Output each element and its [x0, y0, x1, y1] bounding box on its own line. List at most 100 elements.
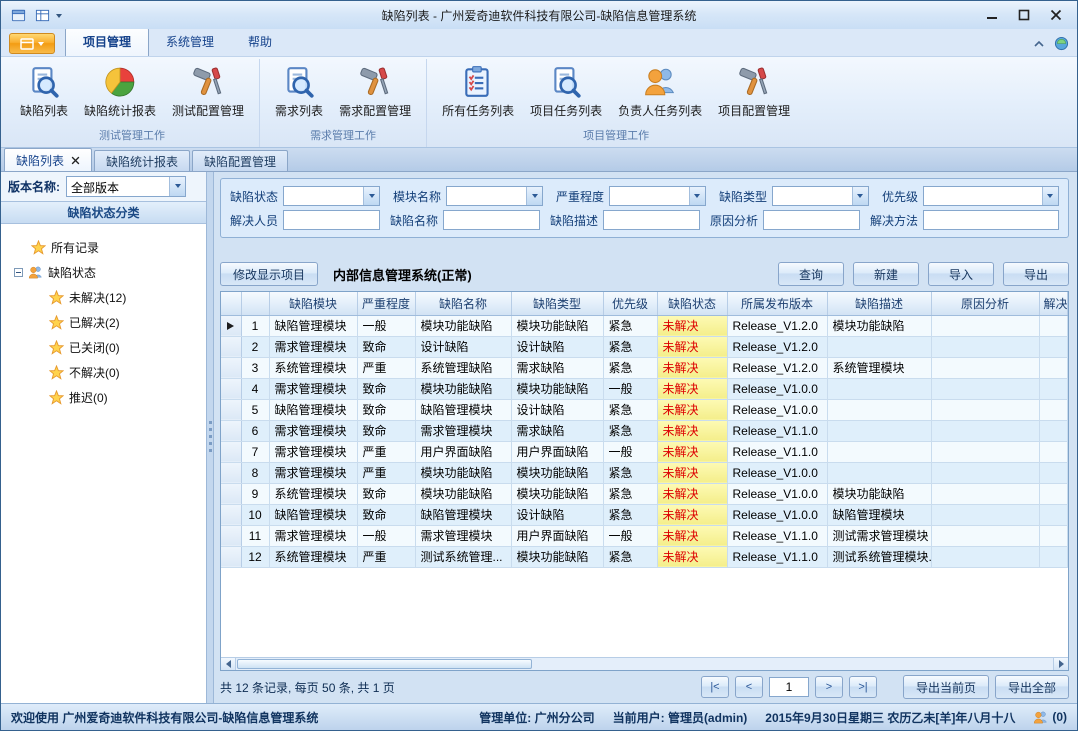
cell-status[interactable]: 未解决	[657, 441, 727, 462]
defect-name-filter-input[interactable]	[443, 210, 540, 230]
cell-analysis[interactable]	[931, 420, 1039, 441]
cell-name[interactable]: 缺陷管理模块	[415, 399, 511, 420]
table-row[interactable]: 7需求管理模块严重用户界面缺陷用户界面缺陷一般未解决Release_V1.1.0	[221, 441, 1068, 462]
tree-item-all-records[interactable]: 所有记录	[7, 235, 200, 260]
table-row[interactable]: 5缺陷管理模块致命缺陷管理模块设计缺陷紧急未解决Release_V1.0.0	[221, 399, 1068, 420]
cause-analysis-filter-input[interactable]	[763, 210, 860, 230]
ribbon-button-requirement-config[interactable]: 需求配置管理	[331, 59, 419, 121]
cell-severity[interactable]: 致命	[357, 378, 415, 399]
cell-desc[interactable]	[827, 378, 931, 399]
window-icon[interactable]	[8, 6, 28, 24]
cell-type[interactable]: 模块功能缺陷	[511, 315, 603, 336]
cell-severity[interactable]: 一般	[357, 315, 415, 336]
cell-type[interactable]: 模块功能缺陷	[511, 546, 603, 567]
tab-system-management[interactable]: 系统管理	[149, 28, 231, 56]
table-row[interactable]: 9系统管理模块致命模块功能缺陷模块功能缺陷紧急未解决Release_V1.0.0…	[221, 483, 1068, 504]
ribbon-button-test-config[interactable]: 测试配置管理	[164, 59, 252, 121]
cell-desc[interactable]	[827, 441, 931, 462]
cell-version[interactable]: Release_V1.0.0	[727, 462, 827, 483]
severity-filter-combo[interactable]	[609, 186, 706, 206]
module-name-filter-combo[interactable]	[446, 186, 543, 206]
cell-name[interactable]: 缺陷管理模块	[415, 504, 511, 525]
ribbon-button-requirement-list[interactable]: 需求列表	[267, 59, 331, 121]
modify-columns-button[interactable]: 修改显示项目	[220, 262, 318, 286]
column-header-desc[interactable]: 缺陷描述	[827, 292, 931, 315]
defect-type-filter-combo[interactable]	[772, 186, 869, 206]
cell-type[interactable]: 需求缺陷	[511, 357, 603, 378]
cell-module[interactable]: 需求管理模块	[269, 525, 357, 546]
column-header-type[interactable]: 缺陷类型	[511, 292, 603, 315]
scroll-right-arrow-icon[interactable]	[1053, 658, 1068, 670]
cell-analysis[interactable]	[931, 399, 1039, 420]
cell-desc[interactable]: 测试系统管理模块...	[827, 546, 931, 567]
cell-name[interactable]: 需求管理模块	[415, 420, 511, 441]
cell-version[interactable]: Release_V1.1.0	[727, 546, 827, 567]
cell-name[interactable]: 模块功能缺陷	[415, 378, 511, 399]
cell-version[interactable]: Release_V1.0.0	[727, 399, 827, 420]
cell-solution[interactable]	[1039, 546, 1068, 567]
cell-name[interactable]: 系统管理缺陷	[415, 357, 511, 378]
cell-analysis[interactable]	[931, 336, 1039, 357]
cell-analysis[interactable]	[931, 483, 1039, 504]
collapse-ribbon-icon[interactable]	[1032, 37, 1046, 51]
tree-item-postponed[interactable]: 推迟(0)	[7, 385, 200, 410]
defect-desc-filter-input[interactable]	[603, 210, 700, 230]
cell-type[interactable]: 设计缺陷	[511, 336, 603, 357]
table-row[interactable]: 2需求管理模块致命设计缺陷设计缺陷紧急未解决Release_V1.2.0	[221, 336, 1068, 357]
dropdown-arrow-icon[interactable]	[56, 14, 62, 21]
resolver-filter-input[interactable]	[283, 210, 380, 230]
cell-type[interactable]: 模块功能缺陷	[511, 462, 603, 483]
cell-desc[interactable]	[827, 399, 931, 420]
table-row[interactable]: 12系统管理模块严重测试系统管理...模块功能缺陷紧急未解决Release_V1…	[221, 546, 1068, 567]
minimize-button[interactable]	[977, 4, 1007, 26]
cell-version[interactable]: Release_V1.2.0	[727, 357, 827, 378]
ribbon-button-defect-list[interactable]: 缺陷列表	[12, 59, 76, 121]
cell-severity[interactable]: 严重	[357, 441, 415, 462]
cell-analysis[interactable]	[931, 315, 1039, 336]
collapse-expander-icon[interactable]	[14, 268, 23, 277]
doc-tab-defect-config[interactable]: 缺陷配置管理	[192, 150, 288, 171]
maximize-button[interactable]	[1009, 4, 1039, 26]
cell-module[interactable]: 需求管理模块	[269, 336, 357, 357]
cell-name[interactable]: 测试系统管理...	[415, 546, 511, 567]
cell-solution[interactable]	[1039, 462, 1068, 483]
chevron-down-icon[interactable]	[169, 177, 185, 196]
doc-tab-defect-report[interactable]: 缺陷统计报表	[94, 150, 190, 171]
cell-priority[interactable]: 紧急	[603, 315, 657, 336]
doc-tab-defect-list[interactable]: 缺陷列表	[4, 148, 92, 171]
scroll-left-arrow-icon[interactable]	[221, 658, 236, 670]
cell-priority[interactable]: 一般	[603, 441, 657, 462]
cell-version[interactable]: Release_V1.0.0	[727, 378, 827, 399]
cell-severity[interactable]: 严重	[357, 357, 415, 378]
last-page-button[interactable]: >|	[849, 676, 877, 698]
first-page-button[interactable]: |<	[701, 676, 729, 698]
cell-status[interactable]: 未解决	[657, 336, 727, 357]
cell-analysis[interactable]	[931, 462, 1039, 483]
page-number-input[interactable]	[769, 677, 809, 697]
cell-severity[interactable]: 致命	[357, 420, 415, 441]
cell-name[interactable]: 模块功能缺陷	[415, 483, 511, 504]
ribbon-button-project-config[interactable]: 项目配置管理	[710, 59, 798, 121]
table-row[interactable]: 3系统管理模块严重系统管理缺陷需求缺陷紧急未解决Release_V1.2.0系统…	[221, 357, 1068, 378]
about-icon[interactable]	[1054, 36, 1069, 51]
tree-item-defect-status[interactable]: 缺陷状态	[7, 260, 200, 285]
chevron-down-icon[interactable]	[363, 187, 379, 205]
cell-status[interactable]: 未解决	[657, 378, 727, 399]
tree-item-resolved[interactable]: 已解决(2)	[7, 310, 200, 335]
cell-solution[interactable]	[1039, 441, 1068, 462]
cell-desc[interactable]: 模块功能缺陷	[827, 315, 931, 336]
tab-project-management[interactable]: 项目管理	[65, 27, 149, 57]
column-header-priority[interactable]: 优先级	[603, 292, 657, 315]
ribbon-button-project-tasks[interactable]: 项目任务列表	[522, 59, 610, 121]
cell-module[interactable]: 系统管理模块	[269, 546, 357, 567]
cell-name[interactable]: 设计缺陷	[415, 336, 511, 357]
table-row[interactable]: 11需求管理模块一般需求管理模块用户界面缺陷一般未解决Release_V1.1.…	[221, 525, 1068, 546]
horizontal-scrollbar[interactable]	[221, 657, 1068, 670]
cell-status[interactable]: 未解决	[657, 483, 727, 504]
cell-desc[interactable]: 测试需求管理模块	[827, 525, 931, 546]
cell-severity[interactable]: 致命	[357, 483, 415, 504]
cell-type[interactable]: 用户界面缺陷	[511, 441, 603, 462]
cell-priority[interactable]: 紧急	[603, 336, 657, 357]
cell-desc[interactable]	[827, 420, 931, 441]
chevron-down-icon[interactable]	[1042, 187, 1058, 205]
